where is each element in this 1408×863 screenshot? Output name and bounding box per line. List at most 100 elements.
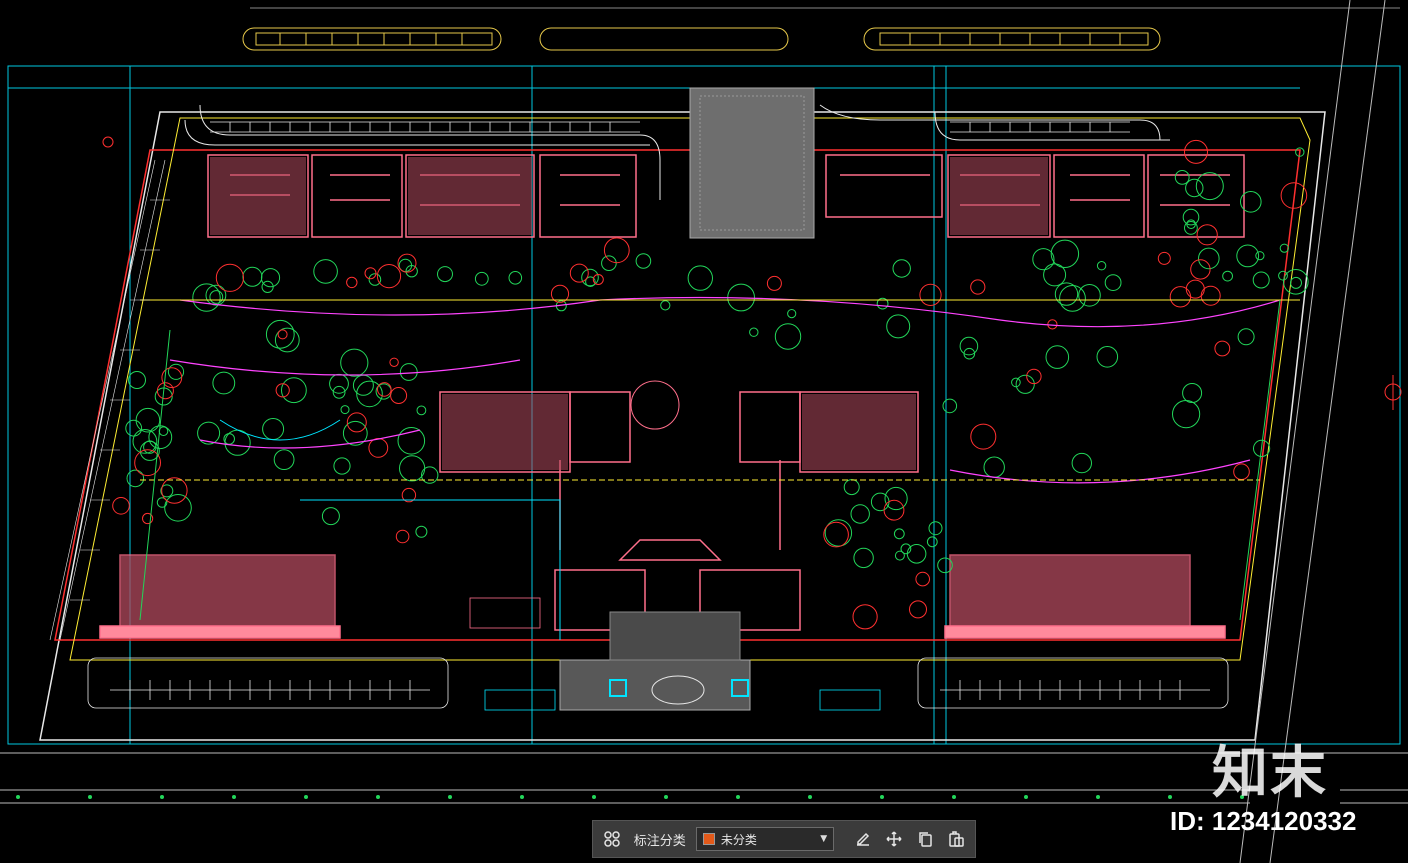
tree-symbol [397,427,426,455]
move-icon[interactable] [881,825,908,853]
tree-symbol [333,457,351,475]
tree-symbol [508,271,523,285]
tree-symbol [389,357,399,367]
tree-symbol [262,418,285,440]
tree-symbol [687,265,713,291]
tree-symbol [397,253,417,273]
copy-icon[interactable] [911,825,938,853]
road-marker [1024,795,1028,799]
tree-symbol [1032,248,1055,271]
tree-symbol [474,271,489,286]
category-select[interactable]: 未分类 ▼ [695,827,835,851]
entry-plaza [559,611,751,711]
tree-symbol [824,519,853,547]
tree-symbol [893,528,905,540]
marker-circle [102,136,114,148]
tree-symbol [1104,274,1122,292]
tree-symbol [364,267,377,280]
tree-symbol [164,494,192,522]
tree-symbol [660,300,671,311]
tree-symbol [774,323,802,350]
tree-symbol [1195,172,1224,201]
tree-symbol [1015,374,1035,394]
grid-icon[interactable] [599,825,626,853]
road-marker [808,795,812,799]
road-marker [160,795,164,799]
tree-symbol [915,571,931,587]
road-marker [736,795,740,799]
tree-symbol [356,380,383,408]
tree-symbol [1290,276,1302,289]
road-marker [592,795,596,799]
cad-drawing-canvas[interactable] [0,0,1408,863]
tree-symbol [883,499,905,521]
top-parking-strip [242,27,1161,51]
tree-symbol [970,423,997,450]
tree-symbol [437,266,453,283]
tree-symbol [928,521,943,536]
tree-symbol [1222,270,1233,282]
tree-symbol [853,547,874,569]
paste-icon[interactable] [942,825,969,853]
edit-icon[interactable] [850,825,877,853]
tree-symbol [395,529,410,544]
tree-symbol [601,255,617,272]
tree-symbol [1255,251,1265,261]
tree-symbol [390,387,408,404]
tree-symbol [919,283,942,306]
tree-symbol [421,466,439,484]
tree-symbol [749,327,759,337]
tree-symbol [215,263,244,292]
tree-symbol [340,348,369,377]
tree-symbol [281,377,307,404]
tree-symbol [850,504,870,524]
tree-symbol [1184,139,1208,164]
tree-symbol [1214,340,1231,357]
tree-symbol [1185,279,1205,299]
road-marker [520,795,524,799]
tree-symbol [340,405,350,415]
tree-symbol [1190,259,1211,280]
tree-symbol [161,477,188,504]
tree-symbol [1096,261,1107,271]
tree-symbol [321,507,340,526]
tree-symbol [313,259,338,284]
tree-symbol [368,438,389,458]
tree-symbol [1278,270,1288,281]
road-marker [16,795,20,799]
tree-symbol [892,259,911,278]
tree-symbol [942,398,958,414]
tree-symbol [197,421,221,445]
tree-symbol [242,266,263,287]
road-marker [448,795,452,799]
tree-symbol [1050,239,1080,269]
tree-symbol [959,336,979,356]
tree-symbol [399,363,418,381]
road-marker [232,795,236,799]
watermark-id: ID: 1234120332 [1170,806,1357,836]
tree-symbol [870,492,890,512]
tree-symbol [416,405,427,416]
tree-symbol [148,425,173,450]
road-markers [16,795,1244,799]
tree-symbol [212,371,236,395]
tree-symbol [128,371,146,389]
category-color-swatch [702,833,715,845]
tree-symbol [265,319,295,349]
category-label: 标注分类 [633,833,686,849]
tree-symbol [346,276,358,289]
tree-symbol [1185,178,1204,198]
tree-symbol [1071,452,1093,474]
road-marker [1096,795,1100,799]
tree-symbol [852,604,878,630]
tree-symbol [158,426,169,437]
tree-symbol [126,469,145,488]
chevron-down-icon: ▼ [820,834,828,844]
tree-symbol [823,521,849,548]
tree-symbol [1252,271,1270,289]
watermark-brand: 知末 [1212,741,1328,806]
gray-block-building [689,87,815,239]
tree-symbol [787,309,797,319]
tree-symbol [209,290,224,304]
tree-symbol [368,273,382,286]
